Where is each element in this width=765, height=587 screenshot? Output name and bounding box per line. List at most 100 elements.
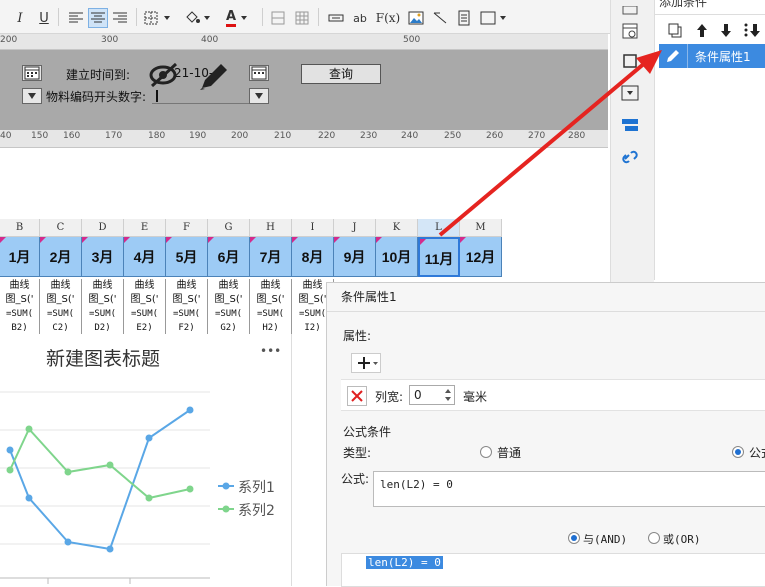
grid-cell[interactable]: D2) (82, 321, 124, 335)
grid-cell[interactable]: 图_S(' (40, 293, 82, 307)
underline-icon[interactable]: U (34, 8, 54, 28)
grid-cell[interactable]: 曲线 (124, 279, 166, 293)
align-left-icon[interactable] (66, 8, 86, 28)
month-cell[interactable]: 8月 (292, 237, 334, 277)
column-header[interactable]: C (40, 219, 82, 237)
grid-cell[interactable]: C2) (40, 321, 82, 335)
month-cell[interactable]: 4月 (124, 237, 166, 277)
date-picker-icon[interactable] (22, 65, 42, 81)
grid-cell[interactable]: G2) (208, 321, 250, 335)
query-button[interactable]: 查询 (301, 64, 381, 84)
series-1-point (106, 545, 114, 553)
date-picker-icon[interactable] (249, 65, 269, 81)
grid-cell[interactable]: =SUM( (82, 307, 124, 321)
colwidth-input[interactable]: 0 (409, 385, 455, 405)
grid-cell[interactable]: E2) (124, 321, 166, 335)
dropdown-icon[interactable] (249, 88, 269, 104)
grid-cell[interactable]: 图_S(' (82, 293, 124, 307)
add-attr-button[interactable] (351, 353, 381, 373)
delete-icon[interactable] (347, 386, 367, 406)
column-header[interactable]: D (82, 219, 124, 237)
grid-cell[interactable]: 图_S(' (0, 293, 40, 307)
border-icon[interactable] (142, 8, 174, 28)
column-header[interactable]: F (166, 219, 208, 237)
month-cell-selected[interactable]: 11月 (418, 237, 460, 277)
month-cell[interactable]: 1月 (0, 237, 40, 277)
type-formula-label[interactable]: 公式 (749, 444, 765, 461)
move-up-icon[interactable] (695, 22, 709, 41)
cell-attr-icon[interactable] (619, 0, 641, 22)
type-formula-radio[interactable] (732, 446, 744, 458)
month-cell[interactable]: 7月 (250, 237, 292, 277)
month-cell[interactable]: 6月 (208, 237, 250, 277)
column-header[interactable]: H (250, 219, 292, 237)
column-header[interactable]: E (124, 219, 166, 237)
column-header[interactable]: J (334, 219, 376, 237)
grid-cell[interactable]: 曲线 (0, 279, 40, 293)
fill-color-icon[interactable] (182, 8, 214, 28)
grid-cell[interactable]: 曲线 (250, 279, 292, 293)
text-ab-icon[interactable]: ab (350, 8, 370, 28)
and-radio[interactable] (568, 532, 580, 544)
image-icon[interactable] (406, 8, 426, 28)
widget-settings-icon[interactable] (619, 20, 641, 42)
move-down-icon[interactable] (719, 22, 733, 41)
grid-cell[interactable]: F2) (166, 321, 208, 335)
condition-list-item[interactable]: len(L2) = 0 (366, 556, 443, 569)
month-cell[interactable]: 3月 (82, 237, 124, 277)
grid-cell[interactable]: 曲线 (208, 279, 250, 293)
column-header[interactable]: G (208, 219, 250, 237)
legend-series-1[interactable]: 系列1 (238, 477, 275, 497)
grid-cell[interactable]: H2) (250, 321, 292, 335)
grid-cell[interactable]: 图_S(' (124, 293, 166, 307)
grid-cell[interactable]: =SUM( (208, 307, 250, 321)
or-label[interactable]: 或(OR) (663, 531, 701, 547)
dropdown-icon[interactable] (22, 88, 42, 104)
align-right-icon[interactable] (110, 8, 130, 28)
condition-item-label[interactable]: 条件属性1 (695, 48, 751, 65)
grid-cell[interactable]: =SUM( (0, 307, 40, 321)
italic-icon[interactable]: I (10, 8, 30, 28)
font-color-icon[interactable]: A (222, 8, 254, 28)
month-cell[interactable]: 9月 (334, 237, 376, 277)
month-cell[interactable]: 10月 (376, 237, 418, 277)
hidden-eye-icon[interactable] (148, 60, 182, 91)
formula-icon[interactable]: F(x) (374, 8, 402, 28)
align-center-icon[interactable] (88, 8, 108, 28)
move-bottom-icon[interactable] (743, 22, 761, 41)
grid-cell[interactable]: 图_S(' (250, 293, 292, 307)
copy-icon[interactable] (667, 22, 683, 41)
grid-cell[interactable]: =SUM( (124, 307, 166, 321)
month-cell[interactable]: 2月 (40, 237, 82, 277)
grid-cell[interactable]: 曲线 (40, 279, 82, 293)
chart-slash-icon[interactable] (430, 8, 450, 28)
month-cell[interactable]: 12月 (460, 237, 502, 277)
series-1-line (9, 409, 191, 551)
material-input[interactable] (152, 88, 252, 104)
grid-cell[interactable]: =SUM( (166, 307, 208, 321)
type-normal-radio[interactable] (480, 446, 492, 458)
column-header[interactable]: B (0, 219, 40, 237)
condition-item-selected[interactable]: 条件属性1 (659, 44, 765, 68)
line-chart[interactable]: 新建图表标题 ••• 系列1 系列2 (0, 334, 292, 586)
column-header[interactable]: I (292, 219, 334, 237)
grid-cell[interactable]: 图_S(' (208, 293, 250, 307)
and-label[interactable]: 与(AND) (583, 531, 627, 547)
or-radio[interactable] (648, 532, 660, 544)
column-header[interactable]: K (376, 219, 418, 237)
grid-cell[interactable]: =SUM( (40, 307, 82, 321)
widget-icon[interactable] (454, 8, 474, 28)
grid-cell[interactable]: B2) (0, 321, 40, 335)
frame-icon[interactable] (478, 8, 510, 28)
grid-cell[interactable]: 曲线 (166, 279, 208, 293)
grid-cell[interactable]: =SUM( (250, 307, 292, 321)
grid-cell[interactable]: 图_S(' (166, 293, 208, 307)
merge-icon[interactable] (268, 8, 288, 28)
split-icon[interactable] (292, 8, 312, 28)
month-cell[interactable]: 5月 (166, 237, 208, 277)
grid-cell[interactable]: 曲线 (82, 279, 124, 293)
legend-series-2[interactable]: 系列2 (238, 500, 275, 520)
formula-input[interactable]: len(L2) = 0 (373, 471, 765, 507)
type-normal-label[interactable]: 普通 (497, 444, 521, 461)
textbox-icon[interactable] (326, 8, 346, 28)
